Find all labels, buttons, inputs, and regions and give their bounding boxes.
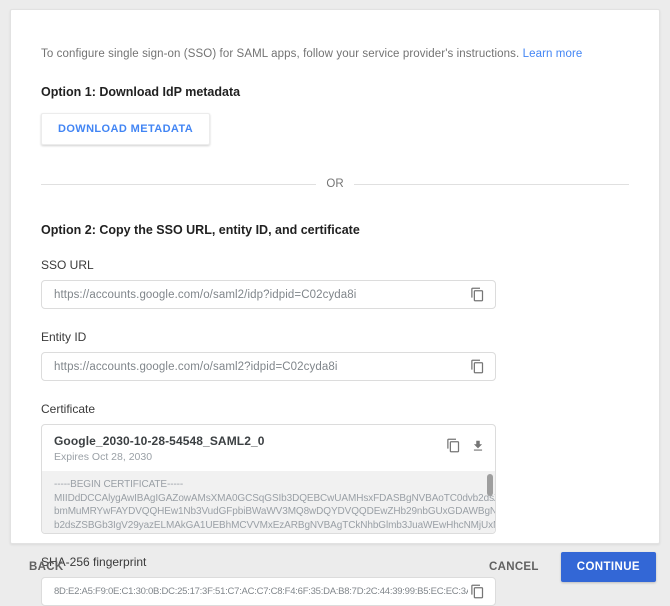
back-button[interactable]: BACK xyxy=(25,553,67,581)
footer-right-actions: CANCEL CONTINUE xyxy=(485,552,656,582)
sso-config-card: To configure single sign-on (SSO) for SA… xyxy=(10,9,660,606)
option2-heading: Option 2: Copy the SSO URL, entity ID, a… xyxy=(41,223,360,237)
scrollbar-thumb[interactable] xyxy=(487,474,493,496)
certificate-label: Certificate xyxy=(41,402,96,416)
entity-id-value: https://accounts.google.com/o/saml2?idpi… xyxy=(54,360,338,373)
footer-actions: BACK CANCEL CONTINUE xyxy=(0,544,670,590)
certificate-info: Google_2030-10-28-54548_SAML2_0 Expires … xyxy=(54,434,265,463)
sso-url-value: https://accounts.google.com/o/saml2/idp?… xyxy=(54,288,357,301)
intro-text: To configure single sign-on (SSO) for SA… xyxy=(41,48,629,60)
entity-id-label: Entity ID xyxy=(41,330,87,344)
sso-url-label: SSO URL xyxy=(41,258,94,272)
learn-more-link[interactable]: Learn more xyxy=(523,48,583,60)
or-label: OR xyxy=(326,178,344,190)
copy-entity-id-button[interactable] xyxy=(468,357,487,376)
continue-button[interactable]: CONTINUE xyxy=(560,552,656,582)
entity-id-field: https://accounts.google.com/o/saml2?idpi… xyxy=(41,352,496,381)
certificate-header: Google_2030-10-28-54548_SAML2_0 Expires … xyxy=(42,425,495,471)
certificate-actions xyxy=(444,434,487,455)
download-certificate-button[interactable] xyxy=(469,437,487,455)
or-divider: OR xyxy=(41,178,629,190)
copy-icon xyxy=(447,438,460,453)
certificate-pem-viewer[interactable]: -----BEGIN CERTIFICATE----- MIIDdDCCAlyg… xyxy=(42,471,495,533)
copy-icon xyxy=(471,287,484,302)
intro-sentence: To configure single sign-on (SSO) for SA… xyxy=(41,48,520,60)
copy-sso-url-button[interactable] xyxy=(468,285,487,304)
divider-line-right xyxy=(353,183,629,185)
certificate-card: Google_2030-10-28-54548_SAML2_0 Expires … xyxy=(41,424,496,534)
option1-heading: Option 1: Download IdP metadata xyxy=(41,85,241,99)
download-icon xyxy=(473,440,483,451)
certificate-pem-text: -----BEGIN CERTIFICATE----- MIIDdDCCAlyg… xyxy=(54,479,495,531)
cancel-button[interactable]: CANCEL xyxy=(485,553,543,581)
copy-certificate-button[interactable] xyxy=(444,436,463,455)
divider-line-left xyxy=(41,183,317,185)
certificate-expiry: Expires Oct 28, 2030 xyxy=(54,451,153,463)
sso-url-field: https://accounts.google.com/o/saml2/idp?… xyxy=(41,280,496,309)
download-metadata-button[interactable]: DOWNLOAD METADATA xyxy=(41,113,211,145)
certificate-name: Google_2030-10-28-54548_SAML2_0 xyxy=(54,434,265,448)
copy-icon xyxy=(471,359,484,374)
